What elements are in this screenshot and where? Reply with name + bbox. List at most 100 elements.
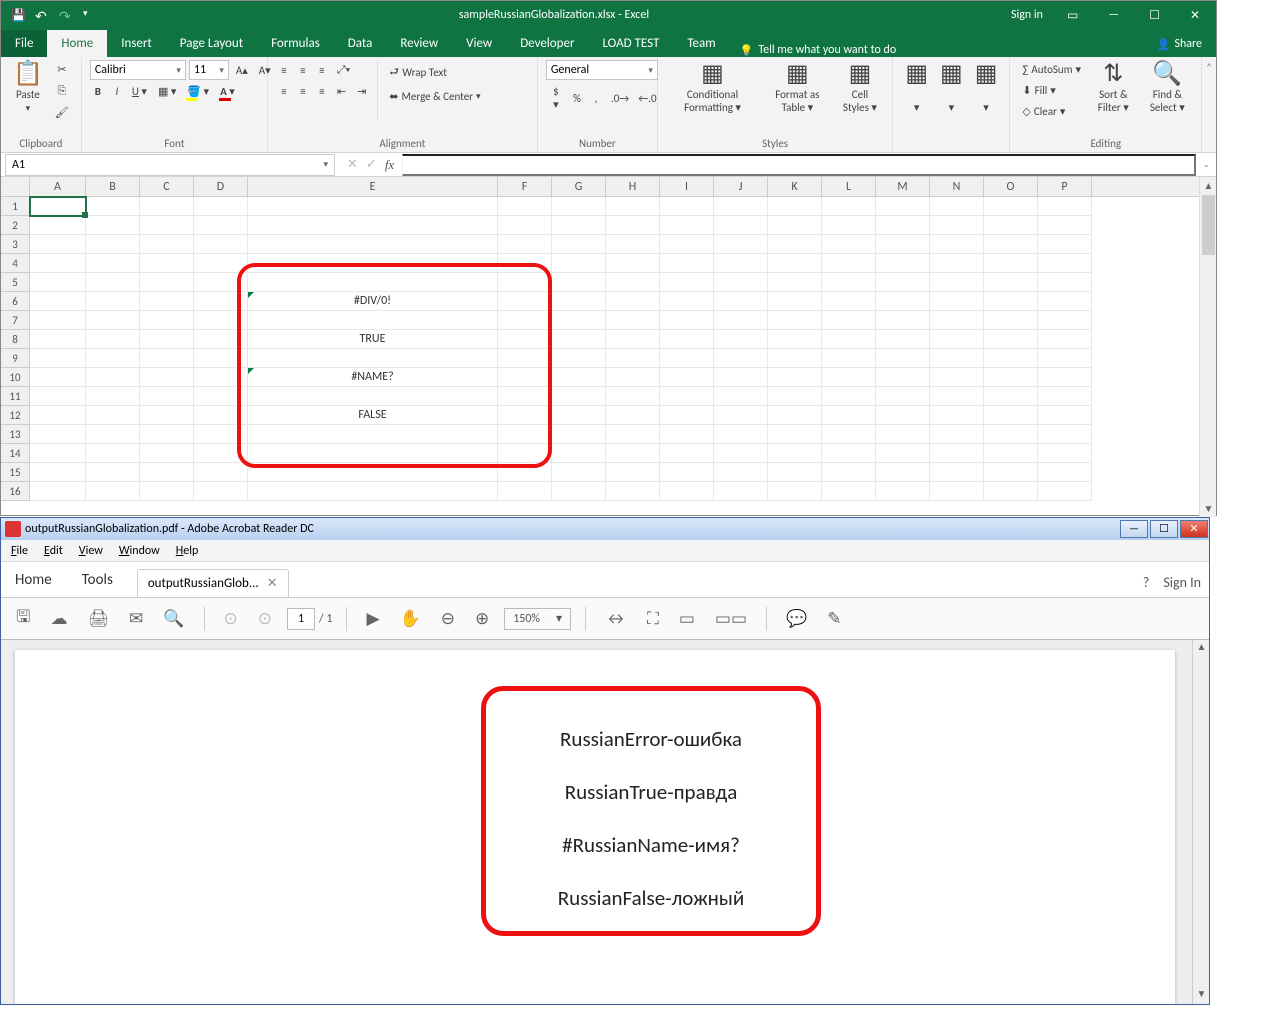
comment-icon[interactable]: 💬 bbox=[781, 605, 812, 632]
cell-H8[interactable] bbox=[606, 330, 660, 349]
cell-I16[interactable] bbox=[660, 482, 714, 501]
cell-N14[interactable] bbox=[930, 444, 984, 463]
col-header-D[interactable]: D bbox=[194, 177, 248, 196]
cell-P2[interactable] bbox=[1038, 216, 1092, 235]
cell-B15[interactable] bbox=[86, 463, 140, 482]
scroll-up-icon[interactable]: ▲ bbox=[1200, 177, 1216, 194]
cell-N5[interactable] bbox=[930, 273, 984, 292]
cell-A13[interactable] bbox=[30, 425, 86, 444]
page-input[interactable] bbox=[287, 608, 315, 630]
cell-B5[interactable] bbox=[86, 273, 140, 292]
cell-O4[interactable] bbox=[984, 254, 1038, 273]
cell-K16[interactable] bbox=[768, 482, 822, 501]
cell-G14[interactable] bbox=[552, 444, 606, 463]
cell-E11[interactable] bbox=[248, 387, 498, 406]
cell-A10[interactable] bbox=[30, 368, 86, 387]
increase-font-icon[interactable]: A▴ bbox=[232, 61, 252, 80]
cell-L12[interactable] bbox=[822, 406, 876, 425]
italic-button[interactable]: I bbox=[109, 82, 125, 101]
name-box-dropdown-icon[interactable]: ▾ bbox=[317, 159, 334, 170]
col-header-C[interactable]: C bbox=[140, 177, 194, 196]
tab-developer[interactable]: Developer bbox=[506, 30, 588, 57]
cell-E9[interactable] bbox=[248, 349, 498, 368]
cell-G8[interactable] bbox=[552, 330, 606, 349]
cut-icon[interactable]: ✂ bbox=[51, 60, 73, 79]
cell-K7[interactable] bbox=[768, 311, 822, 330]
cell-I14[interactable] bbox=[660, 444, 714, 463]
cell-L2[interactable] bbox=[822, 216, 876, 235]
cell-L9[interactable] bbox=[822, 349, 876, 368]
print-icon[interactable]: 🖨 bbox=[82, 605, 114, 632]
row-header[interactable]: 15 bbox=[1, 463, 30, 482]
col-header-A[interactable]: A bbox=[30, 177, 86, 196]
cell-F15[interactable] bbox=[498, 463, 552, 482]
maximize-icon[interactable]: ☐ bbox=[1150, 520, 1178, 538]
find-select-button[interactable]: 🔍Find & Select ▾ bbox=[1142, 60, 1194, 116]
minimize-icon[interactable]: — bbox=[1102, 8, 1125, 22]
cell-J13[interactable] bbox=[714, 425, 768, 444]
row-header[interactable]: 8 bbox=[1, 330, 30, 349]
cell-B14[interactable] bbox=[86, 444, 140, 463]
row-header[interactable]: 9 bbox=[1, 349, 30, 368]
paste-button[interactable]: 📋 Paste ▾ bbox=[9, 60, 47, 116]
cell-D16[interactable] bbox=[194, 482, 248, 501]
cell-O12[interactable] bbox=[984, 406, 1038, 425]
cell-H7[interactable] bbox=[606, 311, 660, 330]
menu-help[interactable]: Help bbox=[170, 542, 205, 560]
col-header-N[interactable]: N bbox=[930, 177, 984, 196]
row-header[interactable]: 3 bbox=[1, 235, 30, 254]
cell-L11[interactable] bbox=[822, 387, 876, 406]
cell-G6[interactable] bbox=[552, 292, 606, 311]
tell-me[interactable]: Tell me what you want to do bbox=[740, 43, 897, 57]
cell-N4[interactable] bbox=[930, 254, 984, 273]
vertical-scrollbar[interactable]: ▲ ▼ bbox=[1192, 640, 1209, 1004]
cell-P1[interactable] bbox=[1038, 197, 1092, 216]
cell-E3[interactable] bbox=[248, 235, 498, 254]
format-cells-button[interactable]: ▦▾ bbox=[971, 60, 1002, 116]
cell-O11[interactable] bbox=[984, 387, 1038, 406]
zoom-in-icon[interactable]: ⊕ bbox=[470, 605, 494, 632]
cell-E7[interactable] bbox=[248, 311, 498, 330]
cell-G16[interactable] bbox=[552, 482, 606, 501]
enter-formula-icon[interactable]: ✓ bbox=[366, 157, 377, 173]
col-header-K[interactable]: K bbox=[768, 177, 822, 196]
cell-L10[interactable] bbox=[822, 368, 876, 387]
select-tool-icon[interactable]: ▶ bbox=[361, 605, 384, 632]
cell-L13[interactable] bbox=[822, 425, 876, 444]
cell-D2[interactable] bbox=[194, 216, 248, 235]
cell-styles-button[interactable]: ▦Cell Styles ▾ bbox=[836, 60, 885, 116]
col-header-F[interactable]: F bbox=[498, 177, 552, 196]
scroll-up-icon[interactable]: ▲ bbox=[1193, 640, 1210, 657]
tab-home[interactable]: Home bbox=[47, 30, 107, 57]
cell-K14[interactable] bbox=[768, 444, 822, 463]
close-tab-icon[interactable]: ✕ bbox=[267, 576, 278, 591]
cell-K4[interactable] bbox=[768, 254, 822, 273]
row-header[interactable]: 5 bbox=[1, 273, 30, 292]
cell-L7[interactable] bbox=[822, 311, 876, 330]
cell-B1[interactable] bbox=[86, 197, 140, 216]
cell-P10[interactable] bbox=[1038, 368, 1092, 387]
fx-icon[interactable]: fx bbox=[385, 157, 394, 173]
cell-P4[interactable] bbox=[1038, 254, 1092, 273]
tab-team[interactable]: Team bbox=[673, 30, 729, 57]
cell-B8[interactable] bbox=[86, 330, 140, 349]
cell-B9[interactable] bbox=[86, 349, 140, 368]
cell-D7[interactable] bbox=[194, 311, 248, 330]
cell-M12[interactable] bbox=[876, 406, 930, 425]
cell-G3[interactable] bbox=[552, 235, 606, 254]
cell-F9[interactable] bbox=[498, 349, 552, 368]
name-box-input[interactable] bbox=[6, 158, 317, 172]
cell-H15[interactable] bbox=[606, 463, 660, 482]
cell-I10[interactable] bbox=[660, 368, 714, 387]
cell-P9[interactable] bbox=[1038, 349, 1092, 368]
cell-C10[interactable] bbox=[140, 368, 194, 387]
cell-P15[interactable] bbox=[1038, 463, 1092, 482]
scroll-down-icon[interactable]: ▼ bbox=[1193, 987, 1210, 1004]
share-button[interactable]: Share bbox=[1143, 31, 1216, 57]
cancel-formula-icon[interactable]: ✕ bbox=[347, 157, 358, 173]
expand-formula-bar-icon[interactable]: ⌄ bbox=[1196, 159, 1216, 170]
cell-D6[interactable] bbox=[194, 292, 248, 311]
cell-E15[interactable] bbox=[248, 463, 498, 482]
cell-E14[interactable] bbox=[248, 444, 498, 463]
menu-edit[interactable]: Edit bbox=[38, 542, 69, 560]
